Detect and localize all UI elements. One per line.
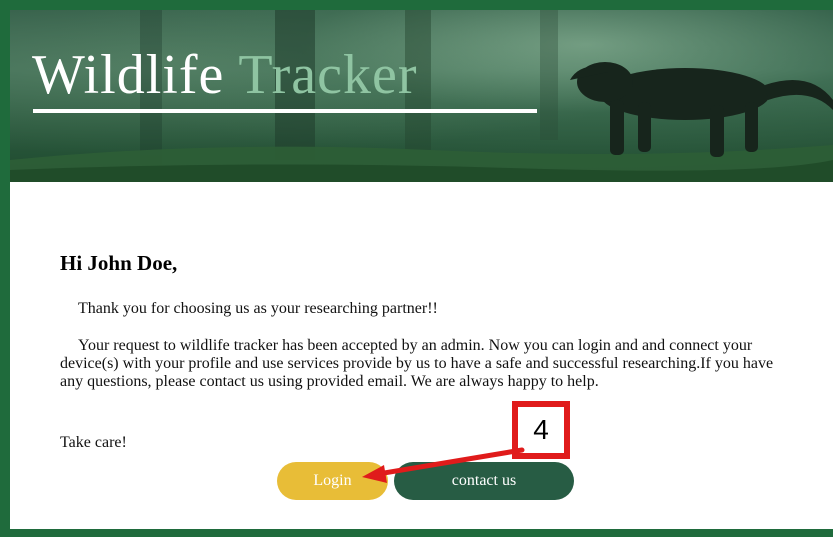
frame-left-border (0, 0, 10, 537)
thank-you-paragraph: Thank you for choosing us as your resear… (78, 300, 438, 317)
login-button[interactable]: Login (277, 462, 388, 500)
request-accepted-paragraph: Your request to wildlife tracker has bee… (60, 337, 774, 390)
panther-silhouette (570, 62, 833, 157)
title-underline (33, 109, 537, 113)
frame-bottom-border (0, 529, 833, 537)
header-banner: Wildlife Tracker (10, 10, 833, 182)
title-part-wildlife: Wildlife (32, 44, 225, 106)
step-annotation-badge: 4 (512, 401, 570, 459)
title-part-tracker: Tracker (238, 44, 418, 106)
site-title: Wildlife Tracker (32, 43, 417, 107)
contact-us-button[interactable]: contact us (394, 462, 574, 500)
email-page: Wildlife Tracker Hi John Doe, Thank you … (0, 0, 833, 537)
frame-top-border (0, 0, 833, 10)
greeting-heading: Hi John Doe, (60, 251, 178, 275)
closing-text: Take care! (60, 434, 127, 451)
